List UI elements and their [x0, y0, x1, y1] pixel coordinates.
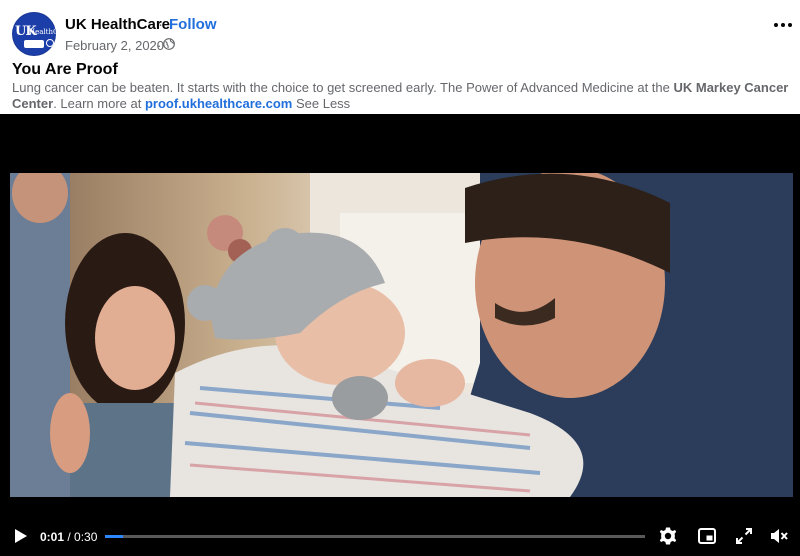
see-less-button[interactable]: See Less	[296, 96, 350, 111]
progress-bar[interactable]	[105, 535, 645, 538]
post-date[interactable]: February 2, 2020	[65, 38, 164, 53]
video-frame[interactable]	[10, 173, 793, 497]
video-player[interactable]: 0:01 / 0:30	[0, 114, 800, 556]
more-options-icon[interactable]	[770, 12, 796, 38]
progress-fill	[105, 535, 123, 538]
fullscreen-icon[interactable]	[734, 526, 754, 546]
globe-icon	[163, 38, 175, 50]
uk-logo-word: HealthCare	[29, 28, 56, 36]
date-separator: ·	[157, 38, 162, 53]
post-text-part1: Lung cancer can be beaten. It starts wit…	[12, 80, 674, 95]
muted-speaker-icon[interactable]	[769, 526, 789, 546]
picture-in-picture-icon[interactable]	[697, 526, 717, 546]
post-title: You Are Proof	[12, 61, 118, 78]
logo-badge	[24, 39, 54, 48]
video-controls: 0:01 / 0:30	[0, 514, 800, 556]
page-avatar[interactable]: UK HealthCare	[12, 12, 56, 56]
post-description: Lung cancer can be beaten. It starts wit…	[12, 80, 794, 112]
video-frame-art	[10, 173, 793, 497]
proof-link[interactable]: proof.ukhealthcare.com	[145, 96, 292, 111]
video-post: UK HealthCare UK HealthCare · Follow Feb…	[0, 0, 800, 556]
page-name-link[interactable]: UK HealthCare	[65, 16, 170, 33]
follow-button[interactable]: Follow	[169, 16, 217, 33]
post-text-part2: . Learn more at	[53, 96, 145, 111]
play-icon[interactable]	[14, 528, 28, 544]
name-separator: ·	[158, 16, 163, 33]
time-separator: /	[64, 530, 75, 544]
time-display: 0:01 / 0:30	[40, 530, 97, 544]
total-time: 0:30	[74, 530, 98, 544]
settings-gear-icon[interactable]	[658, 526, 678, 546]
current-time: 0:01	[40, 530, 65, 544]
